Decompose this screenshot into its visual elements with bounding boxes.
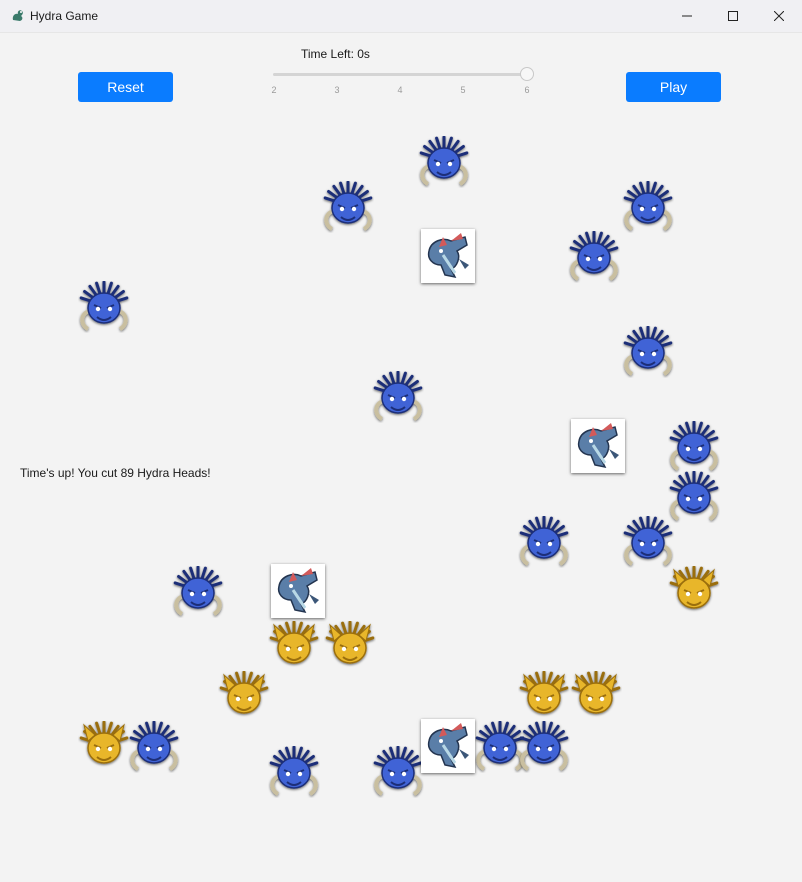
slider-tick-label: 3 xyxy=(334,85,340,95)
blue-hydra-head-icon[interactable] xyxy=(668,421,720,473)
blue-hydra-head-icon[interactable] xyxy=(128,721,180,773)
blue-hydra-head-icon[interactable] xyxy=(172,566,224,618)
blue-hydra-head-icon[interactable] xyxy=(568,231,620,283)
hydra-body-icon xyxy=(577,423,619,469)
hydra-body-card[interactable] xyxy=(421,719,475,773)
maximize-button[interactable] xyxy=(710,0,756,32)
slider-tick-label: 5 xyxy=(460,85,466,95)
hydra-body-icon xyxy=(427,233,469,279)
maximize-icon xyxy=(728,11,738,21)
gold-hydra-head-icon[interactable] xyxy=(218,671,270,723)
hydra-body-icon xyxy=(277,568,319,614)
blue-hydra-head-icon[interactable] xyxy=(668,471,720,523)
blue-hydra-head-icon[interactable] xyxy=(78,281,130,333)
hydra-body-icon xyxy=(427,723,469,769)
window-title: Hydra Game xyxy=(30,9,99,23)
hydra-app-icon xyxy=(12,10,23,21)
blue-hydra-head-icon[interactable] xyxy=(518,516,570,568)
slider-tick-label: 6 xyxy=(524,85,530,95)
time-slider-thumb[interactable] xyxy=(520,67,534,81)
blue-hydra-head-icon[interactable] xyxy=(372,746,424,798)
title-bar: Hydra Game xyxy=(0,0,802,33)
time-left-label: Time Left: 0s xyxy=(301,47,370,61)
blue-hydra-head-icon[interactable] xyxy=(622,326,674,378)
gold-hydra-head-icon[interactable] xyxy=(518,671,570,723)
time-slider-track[interactable] xyxy=(273,73,528,76)
blue-hydra-head-icon[interactable] xyxy=(418,136,470,188)
hydra-body-card[interactable] xyxy=(271,564,325,618)
gold-hydra-head-icon[interactable] xyxy=(668,566,720,618)
gold-hydra-head-icon[interactable] xyxy=(268,621,320,673)
gold-hydra-head-icon[interactable] xyxy=(78,721,130,773)
hydra-body-card[interactable] xyxy=(421,229,475,283)
blue-hydra-head-icon[interactable] xyxy=(622,181,674,233)
close-button[interactable] xyxy=(756,0,802,32)
slider-tick-label: 2 xyxy=(271,85,277,95)
gold-hydra-head-icon[interactable] xyxy=(324,621,376,673)
close-icon xyxy=(774,11,784,21)
slider-tick-label: 4 xyxy=(397,85,403,95)
blue-hydra-head-icon[interactable] xyxy=(622,516,674,568)
blue-hydra-head-icon[interactable] xyxy=(268,746,320,798)
reset-button[interactable]: Reset xyxy=(78,72,173,102)
blue-hydra-head-icon[interactable] xyxy=(518,721,570,773)
minimize-icon xyxy=(682,15,692,17)
blue-hydra-head-icon[interactable] xyxy=(322,181,374,233)
gold-hydra-head-icon[interactable] xyxy=(570,671,622,723)
minimize-button[interactable] xyxy=(664,0,710,32)
hydra-body-card[interactable] xyxy=(571,419,625,473)
play-button[interactable]: Play xyxy=(626,72,721,102)
blue-hydra-head-icon[interactable] xyxy=(372,371,424,423)
status-message: Time's up! You cut 89 Hydra Heads! xyxy=(20,466,211,480)
